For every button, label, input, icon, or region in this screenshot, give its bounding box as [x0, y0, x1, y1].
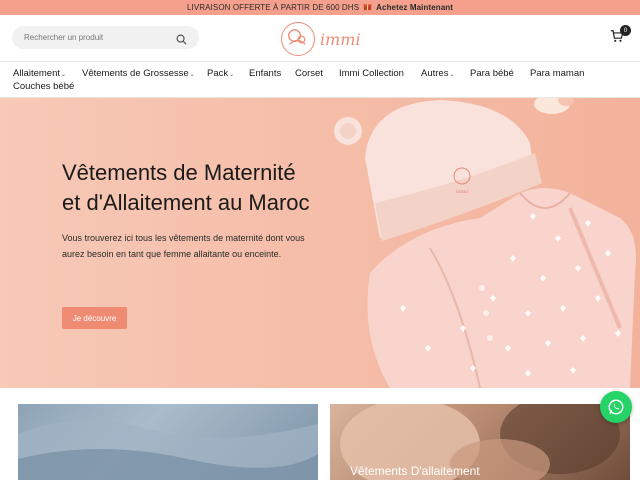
- chevron-down-icon: ⌄: [189, 72, 195, 78]
- chevron-down-icon: ⌄: [229, 72, 235, 78]
- nav-item-label: Vêtements de Grossesse: [82, 68, 189, 79]
- nav-item-enfants[interactable]: Enfants: [249, 68, 281, 79]
- nav-item-label: Enfants: [249, 68, 282, 79]
- hero-title: Vêtements de Maternité et d'Allaitement …: [62, 158, 352, 218]
- hero-cta-button[interactable]: Je découvre: [62, 307, 127, 329]
- search-bar: [12, 26, 199, 49]
- nav-item-pack[interactable]: Pack⌄: [207, 68, 234, 79]
- search-icon[interactable]: [176, 32, 187, 45]
- logo-mark: [281, 22, 315, 56]
- nav-item-immi-collection[interactable]: Immi Collection: [339, 68, 404, 79]
- nav-item-para-bebe[interactable]: Para bébé: [470, 68, 514, 79]
- nav-item-allaitement[interactable]: Allaitement⌄: [13, 68, 66, 79]
- chevron-down-icon: ⌄: [449, 72, 455, 78]
- nav-item-autres[interactable]: Autres⌄: [421, 68, 455, 79]
- cart-count-badge: 0: [620, 25, 631, 36]
- cart-button[interactable]: 0: [610, 25, 631, 45]
- nav-item-label: Immi Collection: [339, 68, 404, 79]
- nav-item-label: Allaitement: [13, 68, 60, 79]
- nav-item-label: Para maman: [530, 68, 585, 79]
- whatsapp-chat-button[interactable]: [600, 391, 632, 423]
- category-card-image: [18, 420, 318, 480]
- hero-banner: immi Vêtements de Maternité et d'Allaite…: [0, 98, 640, 388]
- site-header: immi 0: [0, 15, 640, 61]
- nav-item-label: Couches bébé: [13, 81, 75, 92]
- nav-item-vetements-grossesse[interactable]: Vêtements de Grossesse⌄: [82, 68, 195, 79]
- baby-clothes-image: immi: [334, 98, 636, 388]
- category-card-vetements-allaitement[interactable]: Vêtements D'allaitement: [330, 404, 630, 480]
- hero-title-line1: Vêtements de Maternité: [62, 160, 296, 185]
- hat-brand-label: immi: [456, 189, 469, 195]
- category-card[interactable]: [18, 404, 318, 480]
- announcement-cta-link[interactable]: Achetez Maintenant: [376, 3, 453, 12]
- announcement-bar: LIVRAISON OFFERTE À PARTIR DE 600 DHS Ac…: [0, 0, 640, 15]
- whatsapp-icon: [608, 399, 624, 415]
- nav-item-para-maman[interactable]: Para maman: [530, 68, 584, 79]
- category-cards: Vêtements D'allaitement: [0, 388, 640, 480]
- nav-item-label: Corset: [295, 68, 323, 79]
- logo-wordmark: immi: [320, 29, 361, 49]
- site-logo[interactable]: immi: [281, 20, 371, 58]
- main-nav: Allaitement⌄ Vêtements de Grossesse⌄ Pac…: [0, 61, 640, 98]
- gift-icon: [363, 2, 372, 13]
- nav-item-couches-bebe[interactable]: Couches bébé: [13, 81, 74, 92]
- nav-item-label: Autres: [421, 68, 449, 79]
- nav-item-corset[interactable]: Corset: [295, 68, 323, 79]
- category-card-label: Vêtements D'allaitement: [350, 464, 480, 478]
- announcement-text: LIVRAISON OFFERTE À PARTIR DE 600 DHS: [186, 3, 360, 12]
- search-input[interactable]: [24, 33, 174, 42]
- hero-title-line2: et d'Allaitement au Maroc: [62, 190, 310, 215]
- nav-item-label: Para bébé: [470, 68, 514, 79]
- hero-description: Vous trouverez ici tous les vêtements de…: [62, 233, 305, 259]
- nav-item-label: Pack: [207, 68, 229, 79]
- chevron-down-icon: ⌄: [61, 72, 67, 78]
